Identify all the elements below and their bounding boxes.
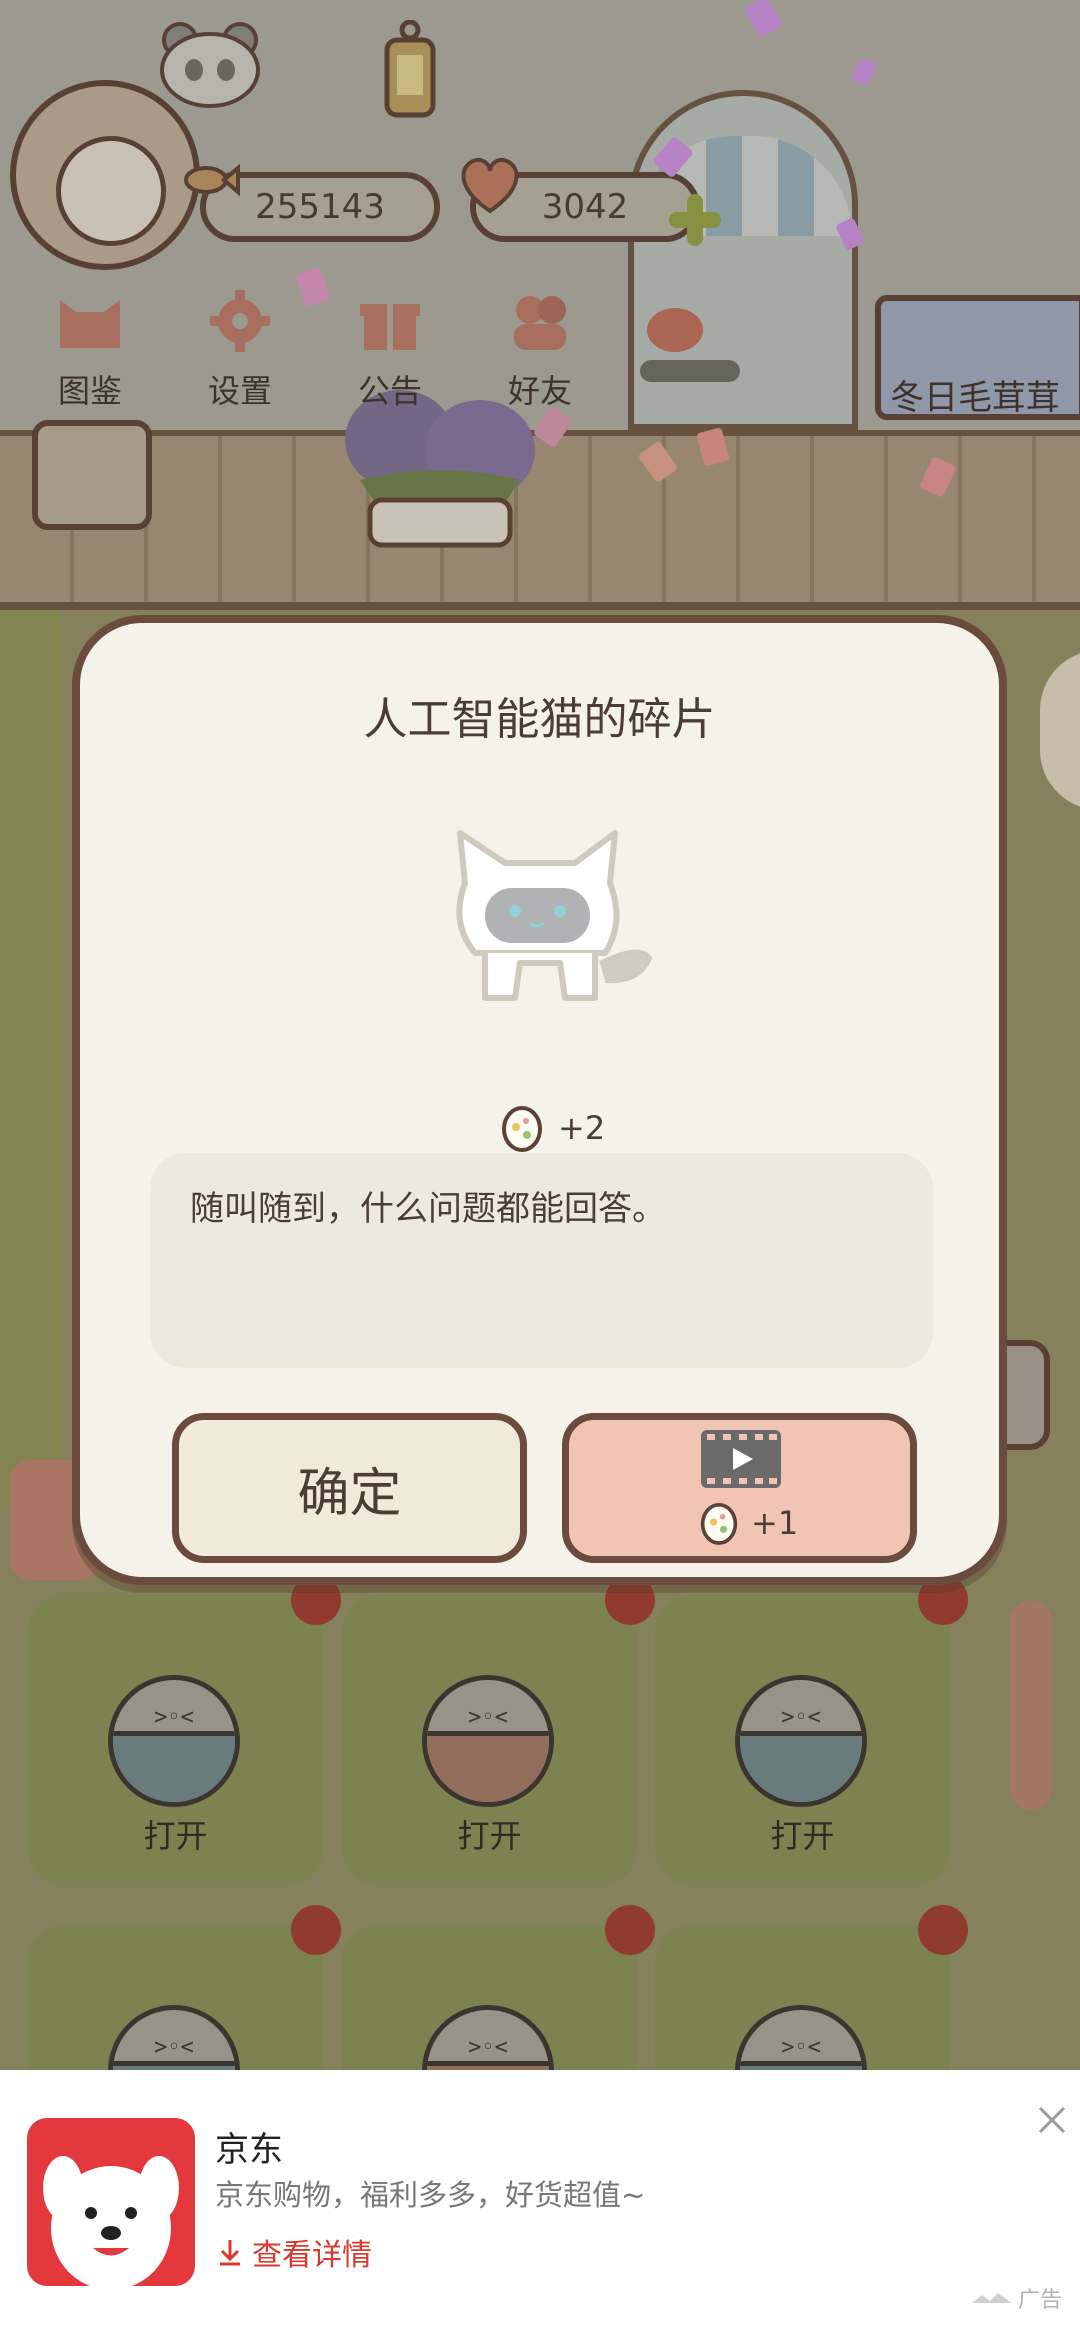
- ad-cta-label: 查看详情: [252, 2238, 372, 2273]
- ad-title: 京东: [215, 2130, 283, 2170]
- watch-video-button[interactable]: +1: [562, 1413, 917, 1563]
- confirm-button[interactable]: 确定: [172, 1413, 527, 1563]
- dialog-title: 人工智能猫的碎片: [363, 694, 716, 745]
- reward-amount: +2: [558, 1109, 606, 1147]
- fragment-reward-dialog: 人工智能猫的碎片 +2 随叫随到，什么问题都能回答。 确定 +1: [72, 615, 1007, 1585]
- ad-cta-link[interactable]: 查看详情: [218, 2230, 372, 2274]
- fragment-reward: +2: [500, 1103, 605, 1153]
- ad-source-icon: [972, 2293, 1012, 2303]
- video-reward-amount: +1: [751, 1504, 799, 1542]
- video-reward: +1: [699, 1500, 798, 1546]
- ad-tag: 广告: [972, 2282, 1062, 2314]
- description-box: 随叫随到，什么问题都能回答。: [150, 1153, 933, 1368]
- egg-icon: [502, 1106, 542, 1152]
- ad-tag-label: 广告: [1018, 2288, 1063, 2313]
- description-text: 随叫随到，什么问题都能回答。: [190, 1189, 666, 1229]
- download-arrow-icon: [220, 2240, 240, 2266]
- confirm-label: 确定: [297, 1463, 402, 1524]
- video-play-icon: [701, 1430, 781, 1488]
- jd-logo-icon: [27, 2118, 195, 2286]
- egg-icon: [700, 1503, 738, 1545]
- close-icon[interactable]: [1036, 2104, 1068, 2136]
- ad-banner[interactable]: 京东 京东购物，福利多多，好货超值~ 查看详情: [0, 2070, 1080, 2340]
- ai-cat-icon: [456, 830, 653, 1001]
- ad-subtitle: 京东购物，福利多多，好货超值~: [215, 2178, 646, 2212]
